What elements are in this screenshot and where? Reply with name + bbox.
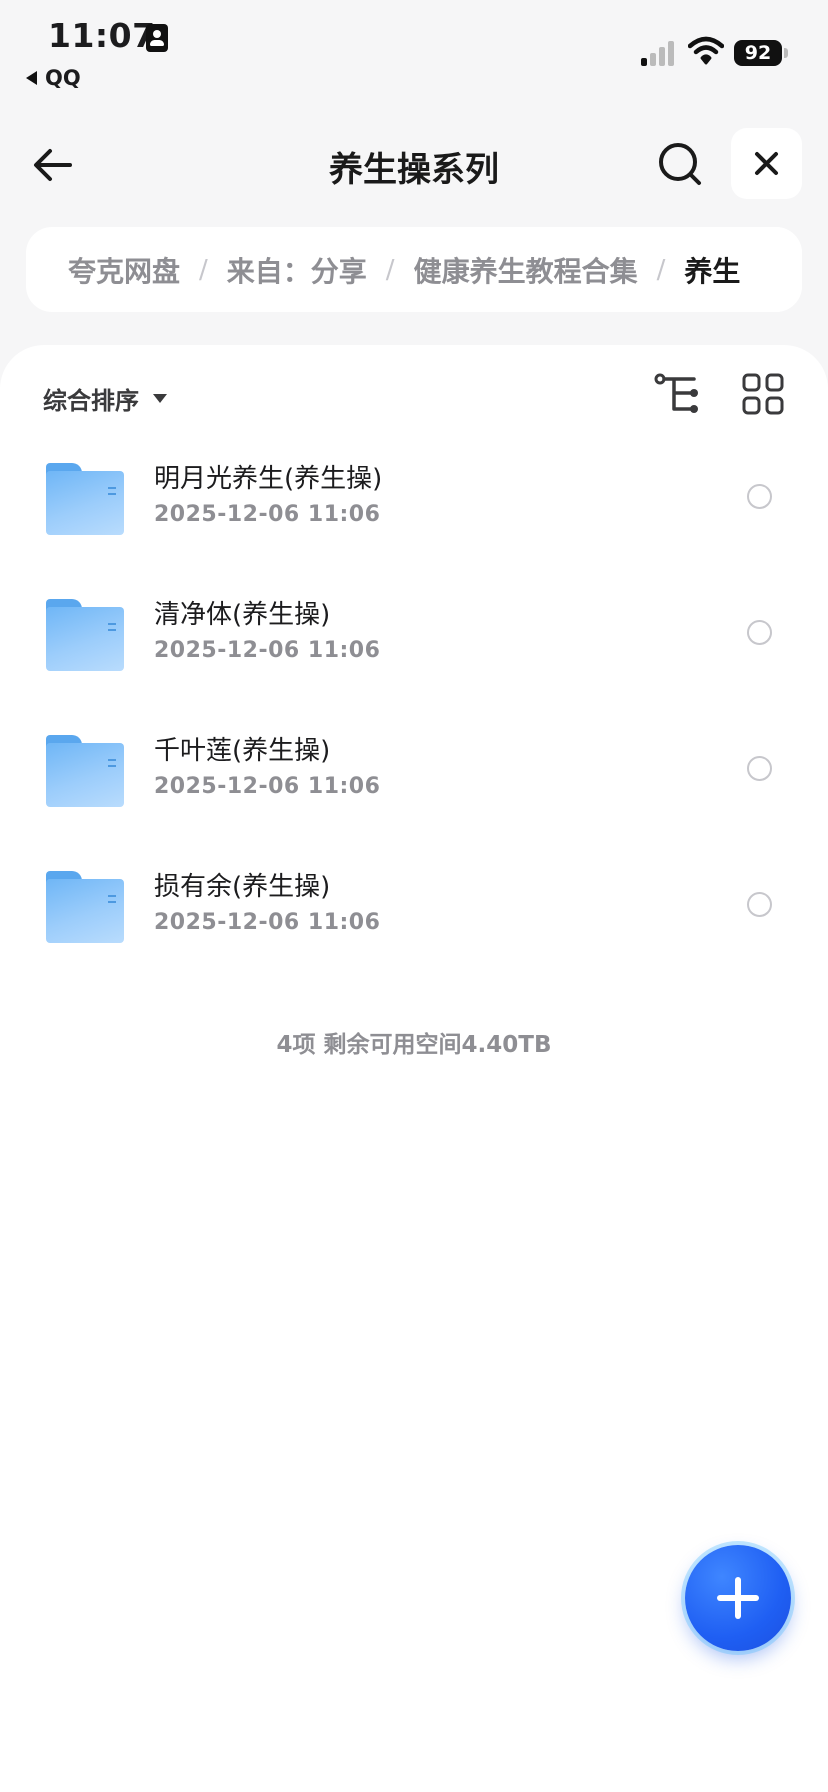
file-name: 损有余(养生操) bbox=[154, 872, 331, 902]
file-row[interactable]: 清净体(养生操) 2025-12-06 11:06 bbox=[0, 576, 828, 712]
search-icon[interactable] bbox=[656, 140, 704, 188]
wifi-icon bbox=[688, 36, 724, 65]
status-time: 11:07 bbox=[48, 16, 156, 55]
battery-cap bbox=[784, 48, 788, 58]
folder-icon bbox=[46, 735, 124, 807]
breadcrumb-item-collection[interactable]: 健康养生教程合集 bbox=[414, 250, 638, 290]
file-row[interactable]: 千叶莲(养生操) 2025-12-06 11:06 bbox=[0, 712, 828, 848]
file-name: 清净体(养生操) bbox=[154, 600, 331, 630]
plus-icon-vertical bbox=[735, 1577, 741, 1619]
file-date: 2025-12-06 11:06 bbox=[154, 502, 381, 527]
status-bar: 11:07 QQ 92 bbox=[0, 0, 828, 96]
close-button[interactable] bbox=[731, 128, 802, 199]
close-icon bbox=[755, 152, 778, 175]
add-button[interactable] bbox=[685, 1545, 791, 1651]
file-row[interactable]: 明月光养生(养生操) 2025-12-06 11:06 bbox=[0, 440, 828, 576]
sort-label: 综合排序 bbox=[43, 387, 139, 415]
file-row[interactable]: 损有余(养生操) 2025-12-06 11:06 bbox=[0, 848, 828, 984]
back-to-app-link[interactable]: QQ bbox=[26, 66, 81, 90]
folder-icon bbox=[46, 871, 124, 943]
select-checkbox[interactable] bbox=[747, 484, 772, 509]
grid-view-icon[interactable] bbox=[742, 373, 784, 415]
back-triangle-icon bbox=[26, 71, 37, 85]
file-date: 2025-12-06 11:06 bbox=[154, 638, 381, 663]
file-name: 千叶莲(养生操) bbox=[154, 736, 331, 766]
breadcrumb-item-share[interactable]: 来自：分享 bbox=[227, 250, 367, 290]
select-checkbox[interactable] bbox=[747, 620, 772, 645]
sort-dropdown[interactable]: 综合排序 bbox=[43, 381, 167, 416]
select-checkbox[interactable] bbox=[747, 756, 772, 781]
file-date: 2025-12-06 11:06 bbox=[154, 910, 381, 935]
file-name: 明月光养生(养生操) bbox=[154, 464, 383, 494]
file-list: 明月光养生(养生操) 2025-12-06 11:06 清净体(养生操) 202… bbox=[0, 440, 828, 984]
cellular-signal-icon bbox=[641, 38, 681, 66]
breadcrumb-separator: / bbox=[656, 254, 666, 285]
header: 养生操系列 bbox=[0, 118, 828, 210]
breadcrumb-item-current: 养生 bbox=[684, 254, 741, 288]
folder-icon bbox=[46, 599, 124, 671]
contact-card-icon bbox=[146, 24, 168, 52]
battery-indicator: 92 bbox=[734, 40, 782, 66]
breadcrumb-fade bbox=[762, 227, 802, 312]
storage-summary: 4项 剩余可用空间4.40TB bbox=[276, 1032, 552, 1058]
breadcrumb: 夸克网盘 / 来自：分享 / 健康养生教程合集 / 养生 bbox=[26, 227, 802, 312]
folder-icon bbox=[46, 463, 124, 535]
breadcrumb-separator: / bbox=[385, 254, 395, 285]
caret-down-icon bbox=[153, 394, 167, 403]
back-app-label: QQ bbox=[45, 66, 81, 90]
select-checkbox[interactable] bbox=[747, 892, 772, 917]
breadcrumb-item-root[interactable]: 夸克网盘 bbox=[68, 250, 180, 290]
file-date: 2025-12-06 11:06 bbox=[154, 774, 381, 799]
tree-view-icon[interactable] bbox=[654, 373, 702, 415]
breadcrumb-separator: / bbox=[199, 254, 208, 285]
